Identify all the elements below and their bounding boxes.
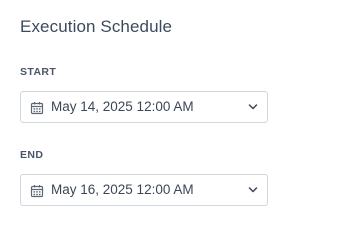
end-datetime-picker[interactable]: May 16, 2025 12:00 AM xyxy=(20,174,268,206)
page-title: Execution Schedule xyxy=(20,17,173,36)
end-label: END xyxy=(20,149,44,161)
start-label: START xyxy=(20,66,57,78)
chevron-down-icon xyxy=(248,187,258,193)
start-datetime-value: May 14, 2025 12:00 AM xyxy=(51,99,194,114)
chevron-down-icon xyxy=(248,104,258,110)
calendar-icon xyxy=(30,102,44,115)
end-datetime-value: May 16, 2025 12:00 AM xyxy=(51,182,194,197)
calendar-icon xyxy=(30,185,44,198)
start-datetime-picker[interactable]: May 14, 2025 12:00 AM xyxy=(20,91,268,123)
